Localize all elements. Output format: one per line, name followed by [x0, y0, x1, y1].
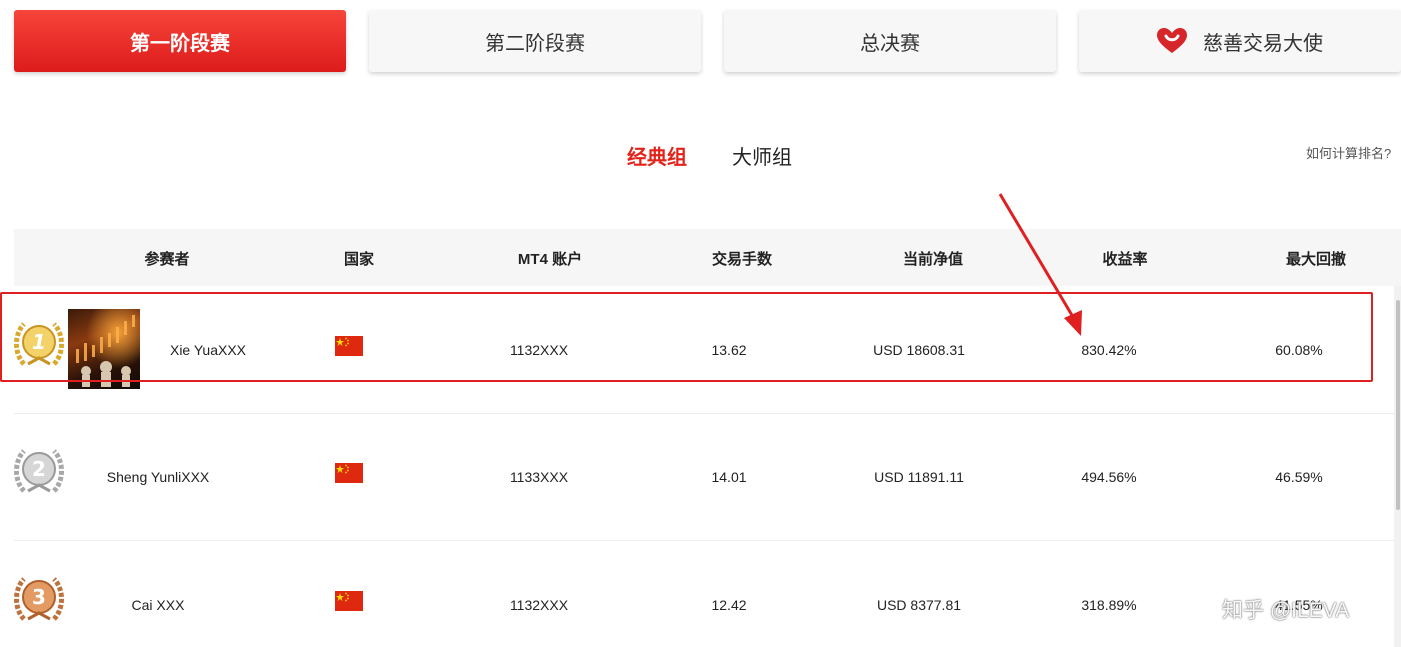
return-rate: 830.42% — [1081, 342, 1137, 358]
avatar — [68, 309, 140, 389]
trade-lots: 12.42 — [711, 597, 747, 613]
tab-charity-ambassador[interactable]: 慈善交易大使 — [1079, 10, 1401, 72]
rank-number: 2 — [32, 457, 46, 481]
participant-name: Cai XXX — [131, 597, 185, 613]
trade-lots: 13.62 — [711, 342, 747, 358]
tab-stage-2[interactable]: 第二阶段赛 — [369, 10, 701, 72]
ranking-help-link[interactable]: 如何计算排名? — [1306, 143, 1391, 162]
tab-classic-group[interactable]: 经典组 — [627, 141, 687, 170]
table-row[interactable]: 2 Sheng YunliXXX 1133XXX 14.01 USD 11891… — [14, 413, 1394, 541]
china-flag-icon — [335, 336, 363, 356]
max-drawdown: 46.59% — [1275, 469, 1323, 485]
rank-number: 1 — [32, 330, 46, 354]
header-drawdown: 最大回撤 — [1285, 251, 1347, 268]
max-drawdown: 60.08% — [1275, 342, 1323, 358]
current-equity: USD 11891.11 — [874, 469, 964, 485]
header-lots: 交易手数 — [711, 251, 773, 268]
header-participant: 参赛者 — [144, 251, 190, 268]
tab-final-label: 总决赛 — [860, 32, 920, 55]
tab-final[interactable]: 总决赛 — [724, 10, 1056, 72]
current-equity: USD 18608.31 — [873, 342, 965, 358]
ranking-table-header: 参赛者 国家 MT4 账户 交易手数 当前净值 收益率 最大回撤 — [14, 229, 1401, 286]
heart-icon — [1157, 28, 1187, 53]
participant-name: Xie YuaXXX — [169, 342, 247, 358]
mt4-account: 1132XXX — [509, 342, 569, 358]
tab-stage-1[interactable]: 第一阶段赛 — [14, 10, 346, 72]
rank-number: 3 — [32, 585, 46, 609]
tab-charity-ambassador-label: 慈善交易大使 — [1203, 32, 1323, 55]
mt4-account: 1133XXX — [509, 469, 569, 485]
header-account: MT4 账户 — [517, 251, 583, 268]
tab-master-group[interactable]: 大师组 — [732, 141, 792, 170]
tab-stage-1-label: 第一阶段赛 — [130, 32, 230, 55]
participant-name: Sheng YunliXXX — [106, 469, 210, 485]
watermark: 知乎 @ILEVA — [1222, 599, 1350, 622]
return-rate: 494.56% — [1081, 469, 1137, 485]
scrollbar-thumb[interactable] — [1396, 300, 1400, 510]
header-return: 收益率 — [1102, 251, 1148, 268]
silver-medal-icon: 2 — [14, 449, 64, 493]
gold-medal-icon: 1 — [14, 322, 64, 366]
stage-tabs: 第一阶段赛 第二阶段赛 总决赛 慈善交易大使 — [14, 10, 1401, 74]
bronze-medal-icon: 3 — [14, 577, 64, 621]
return-rate: 318.89% — [1081, 597, 1137, 613]
table-row[interactable]: 3 Cai XXX 1132XXX 12.42 USD 8377.81 318.… — [14, 541, 1394, 647]
mt4-account: 1132XXX — [509, 597, 569, 613]
china-flag-icon — [335, 591, 363, 611]
table-row[interactable]: 1 Xie YuaXXX 1132XXX 13.62 USD 18608.31 … — [14, 286, 1394, 414]
header-country: 国家 — [343, 251, 375, 268]
china-flag-icon — [335, 463, 363, 483]
avatar-image — [76, 315, 135, 387]
current-equity: USD 8377.81 — [876, 597, 962, 613]
tab-stage-2-label: 第二阶段赛 — [485, 32, 585, 55]
header-equity: 当前净值 — [902, 251, 964, 268]
trade-lots: 14.01 — [711, 469, 747, 485]
